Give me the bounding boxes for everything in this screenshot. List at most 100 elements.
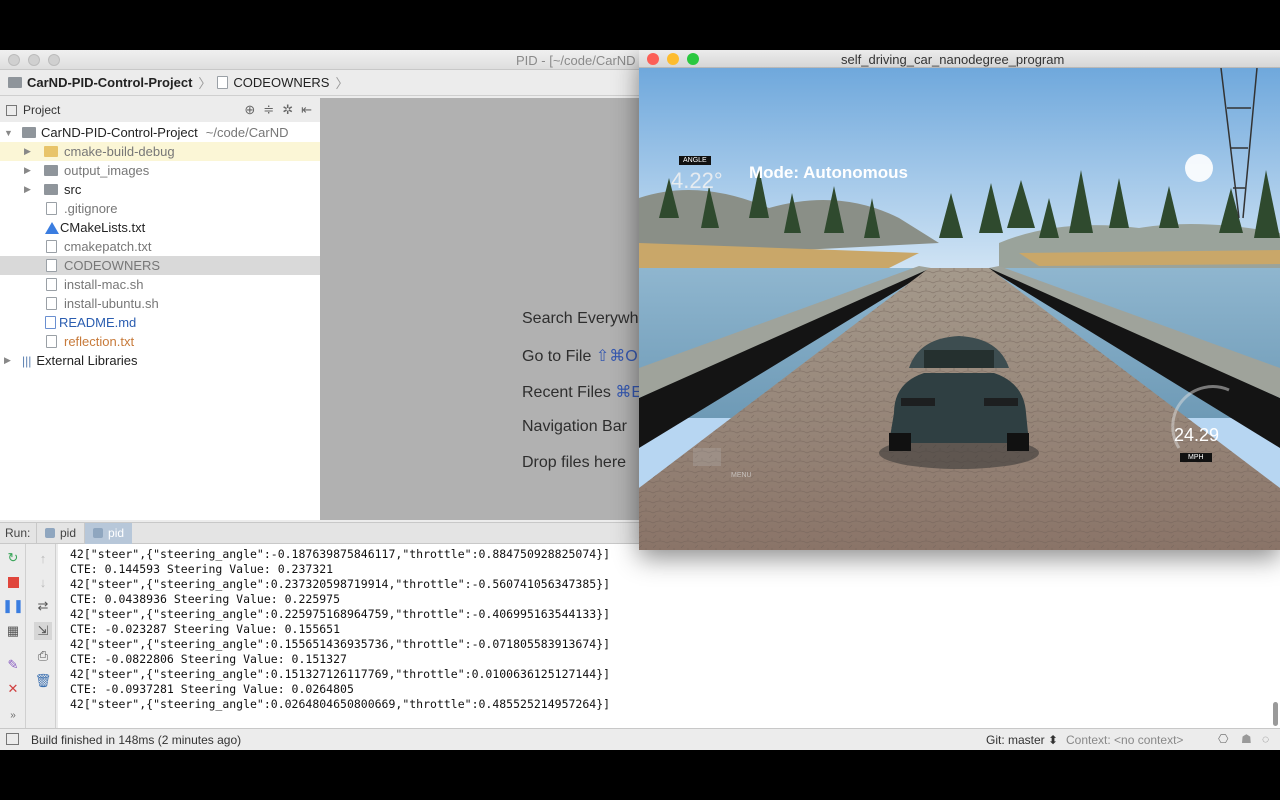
gear-icon[interactable]: ✲ [282,102,293,118]
simulator-titlebar: self_driving_car_nanodegree_program [639,50,1280,68]
soft-wrap-icon[interactable]: ⇄ [34,597,52,615]
breadcrumb-file-label: CODEOWNERS [233,75,330,90]
tree-item-cmake-build-debug[interactable]: ▶ cmake-build-debug [0,142,320,161]
print-icon[interactable]: ⎙ [34,647,52,665]
hector-icon[interactable]: ☗ [1241,732,1252,746]
markdown-icon [45,316,56,329]
tree-item-external-libraries[interactable]: ▶ ||| External Libraries [0,351,320,370]
hint-search-everywhere: Search Everywh [522,310,639,328]
project-icon [6,104,17,116]
run-tab-label: pid [60,526,77,540]
simulator-viewport[interactable]: ANGLE 4.22° Mode: Autonomous 24.29 MPH M… [639,68,1280,550]
run-tab-pid-1[interactable]: pid [36,522,84,544]
run-console-output[interactable]: 42["steer",{"steering_angle":-0.18763987… [58,544,1280,728]
menu-button[interactable]: MENU [731,472,752,479]
ide-window-title: PID - [~/code/CarND [516,53,636,68]
tree-item-label: src [64,182,82,197]
scroll-to-end-icon[interactable]: ⇲ [34,622,52,640]
target-icon[interactable]: ⊕ [244,102,255,118]
git-branch-widget[interactable]: Git: master ⬍ [986,733,1058,747]
breadcrumb-file[interactable]: CODEOWNERS [217,75,329,90]
tree-item-label: External Libraries [36,353,138,368]
tree-item-gitignore[interactable]: .gitignore [0,199,320,218]
minimize-button[interactable] [667,53,679,65]
simulator-window: self_driving_car_nanodegree_program ANGL… [639,50,1280,550]
close-button[interactable] [647,53,659,65]
tool-windows-icon[interactable] [6,733,19,745]
maximize-button[interactable] [687,53,699,65]
tree-item-output-images[interactable]: ▶ output_images [0,161,320,180]
chevron-right-icon: 〉 [198,76,212,91]
tree-root[interactable]: ▼ CarND-PID-Control-Project ~/code/CarND [0,123,320,142]
chevron-right-icon: ▶ [24,165,31,175]
breadcrumb-project[interactable]: CarND-PID-Control-Project [8,75,192,90]
tree-item-src[interactable]: ▶ src [0,180,320,199]
simulator-title: self_driving_car_nanodegree_program [841,52,1065,67]
tree-item-label: cmakepatch.txt [64,239,152,254]
chevron-right-icon: 〉 [335,76,349,91]
breadcrumb-project-label: CarND-PID-Control-Project [27,75,193,90]
console-line: 42["steer",{"steering_angle":0.155651436… [70,637,611,651]
folder-icon [8,77,22,88]
hint-text: Drop files here [522,454,627,471]
hint-text: Search Everywh [522,310,639,327]
chevron-down-icon: ▼ [4,127,13,138]
arrow-up-icon[interactable]: ↑ [34,549,52,567]
tree-item-label: cmake-build-debug [64,144,175,159]
tree-item-label: install-ubuntu.sh [64,296,159,311]
console-line: 42["steer",{"steering_angle":0.151327126… [70,667,611,681]
close-button[interactable] [8,54,20,66]
dump-threads-icon[interactable]: ▦ [4,622,22,640]
steering-angle-value: 4.22° [671,168,723,193]
tree-item-codeowners[interactable]: CODEOWNERS [0,256,320,275]
chevron-right-icon: ▶ [4,355,11,365]
more-icon[interactable]: » [4,706,22,724]
console-line: CTE: -0.023287 Steering Value: 0.155651 [70,622,341,636]
rerun-icon[interactable]: ↻ [4,549,22,567]
run-tab-pid-2[interactable]: pid [84,522,133,544]
angle-label: ANGLE [679,156,711,165]
project-tree: ▼ CarND-PID-Control-Project ~/code/CarND… [0,122,320,520]
tree-item-label: reflection.txt [64,334,135,349]
pause-icon[interactable]: ❚❚ [2,597,24,615]
arrow-down-icon[interactable]: ↓ [34,573,52,591]
file-icon [46,240,57,253]
hide-panel-icon[interactable]: ⇤ [301,102,312,118]
tree-item-readme[interactable]: README.md [0,313,320,332]
editor-empty-state: Search Everywh Go to File ⇧⌘O Recent Fil… [320,98,642,520]
project-panel-title[interactable]: Project [23,103,60,117]
maximize-button[interactable] [48,54,60,66]
close-icon[interactable]: ✕ [4,680,22,698]
file-icon [46,335,57,348]
console-line: CTE: 0.0438936 Steering Value: 0.225975 [70,592,341,606]
tree-item-cmakepatch[interactable]: cmakepatch.txt [0,237,320,256]
hint-recent-files: Recent Files ⌘E [522,382,642,402]
context-widget[interactable]: Context: <no context> [1066,733,1183,747]
tree-item-install-mac[interactable]: install-mac.sh [0,275,320,294]
driving-mode: Mode: Autonomous [749,163,908,182]
file-icon [46,259,57,272]
hint-text: Go to File [522,348,596,365]
file-icon [46,278,57,291]
hint-shortcut: ⇧⌘O [595,348,638,365]
event-log-icon[interactable]: ◌ [1262,732,1269,746]
stop-button[interactable] [4,573,22,591]
folder-icon [44,146,58,157]
file-icon [46,202,57,215]
pin-icon[interactable]: ✎ [4,656,22,674]
tree-item-label: .gitignore [64,201,118,216]
lock-icon[interactable]: ⎔ [1218,732,1228,746]
tree-item-label: README.md [59,315,137,330]
folder-icon [44,184,58,195]
tree-item-label: install-mac.sh [64,277,144,292]
trash-icon[interactable]: 🗑 [34,672,52,690]
console-scrollbar[interactable] [1273,702,1278,726]
tree-item-reflection[interactable]: reflection.txt [0,332,320,351]
hint-text: Navigation Bar [522,418,627,435]
collapse-all-icon[interactable]: ≑ [263,102,274,118]
file-icon [217,76,229,89]
folder-icon [22,127,36,138]
tree-item-install-ubuntu[interactable]: install-ubuntu.sh [0,294,320,313]
minimize-button[interactable] [28,54,40,66]
tree-item-cmakelists[interactable]: CMakeLists.txt [0,218,320,237]
